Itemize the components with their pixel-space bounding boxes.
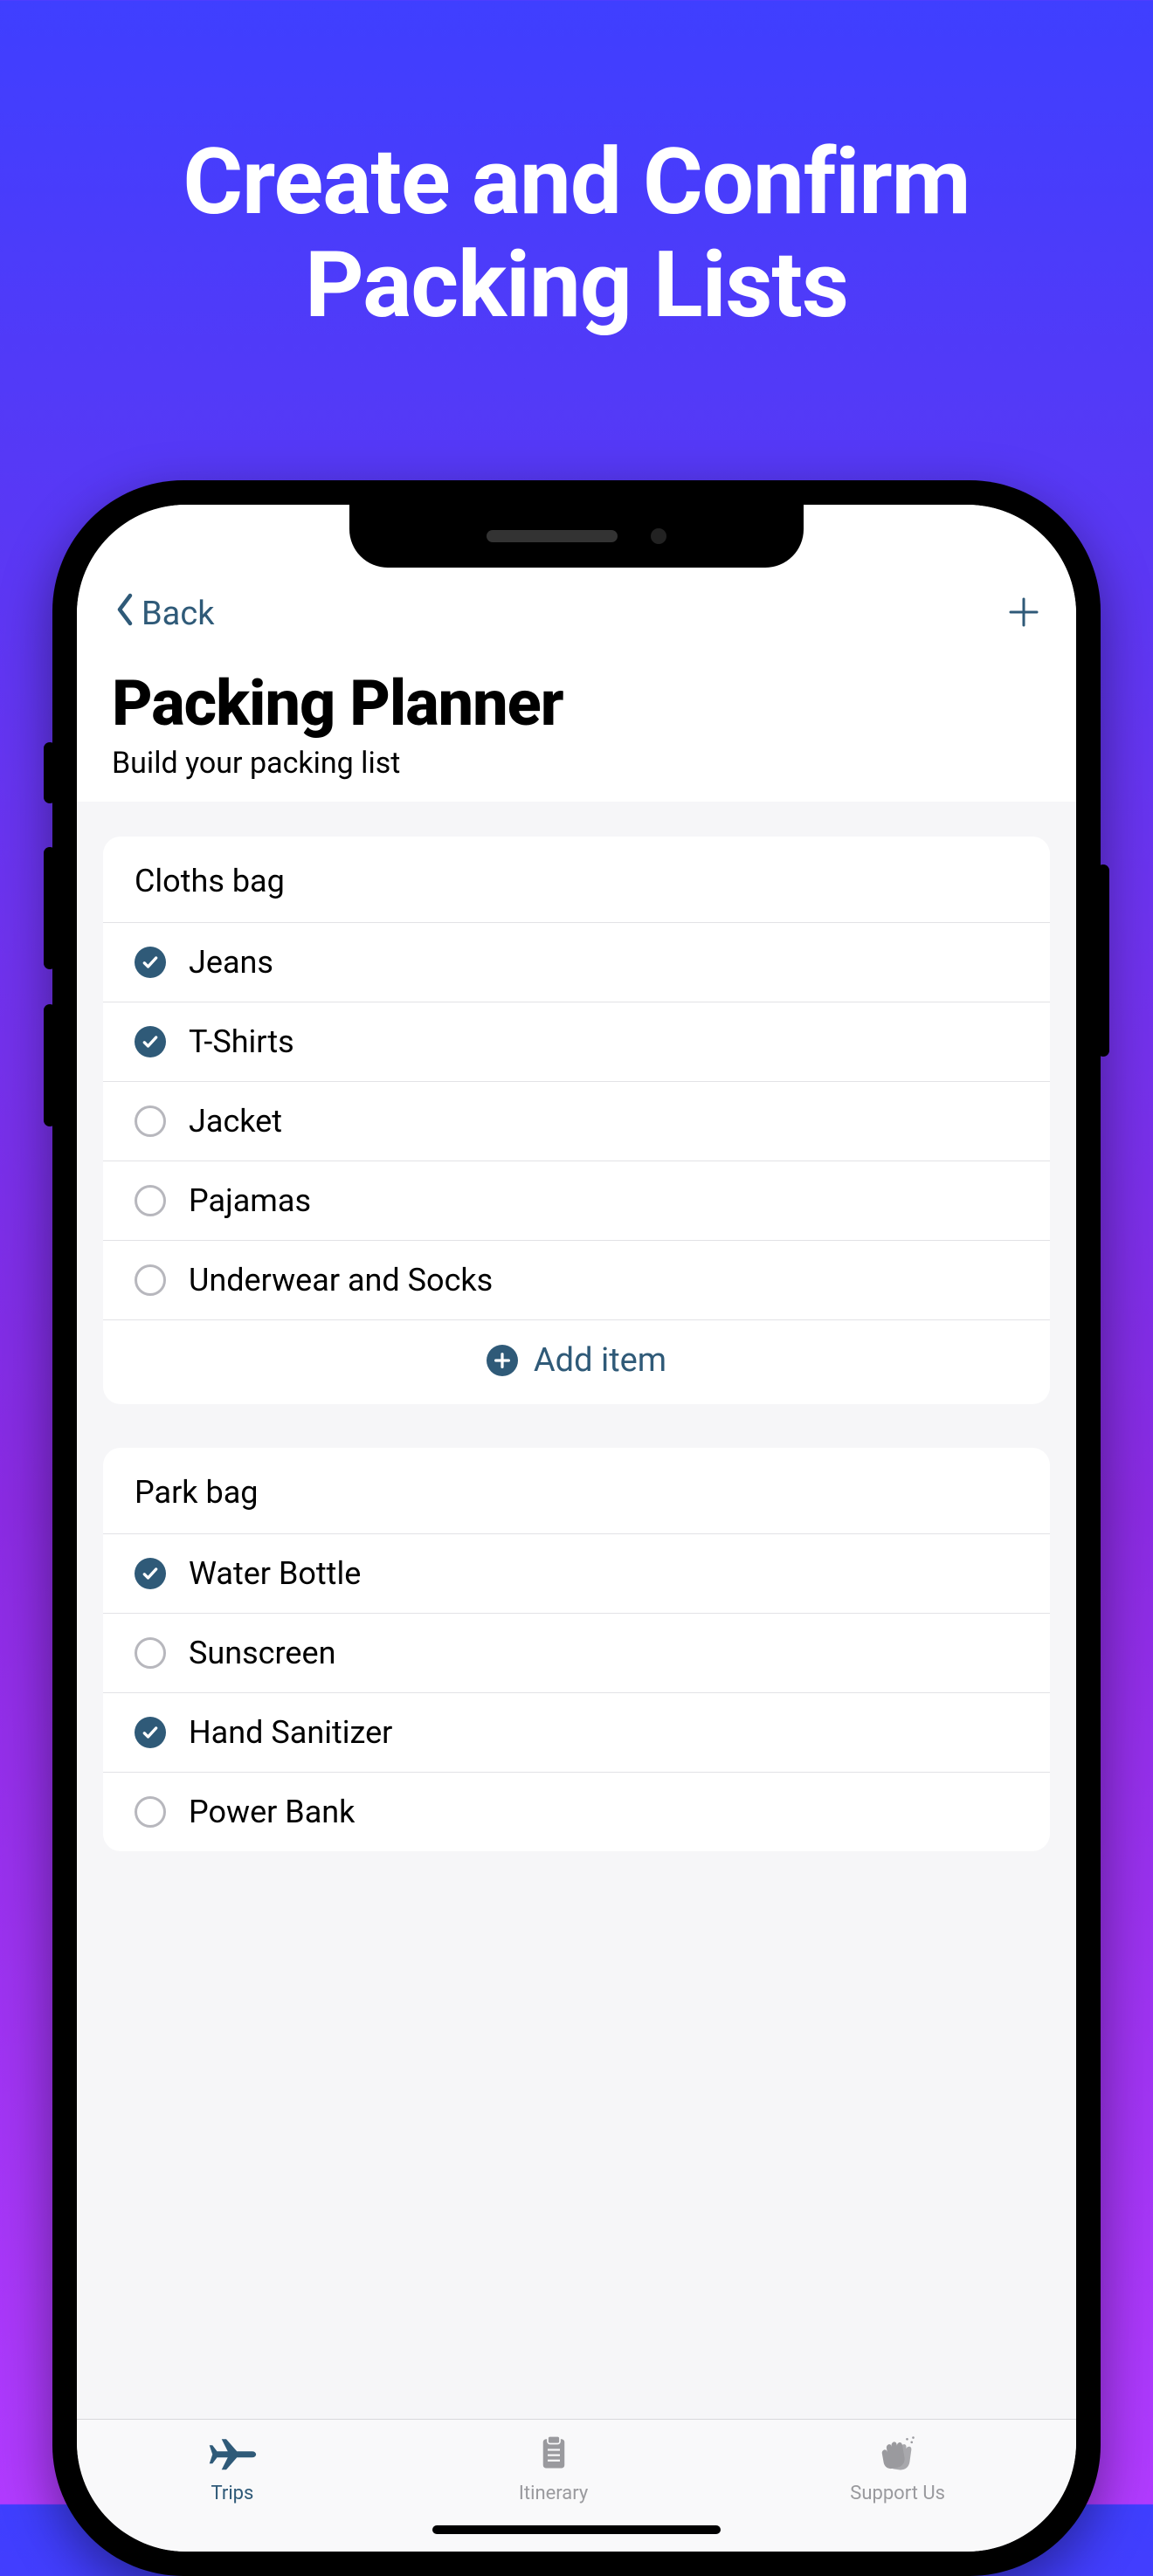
- home-indicator: [432, 2525, 721, 2534]
- tab-label: Itinerary: [519, 2483, 588, 2504]
- packing-item[interactable]: Water Bottle: [103, 1533, 1050, 1613]
- content-area[interactable]: Cloths bag Jeans T-Shirts Jacket Pajamas Unde…: [77, 802, 1076, 2419]
- nav-bar: Back: [112, 592, 1041, 636]
- packing-item[interactable]: Sunscreen: [103, 1613, 1050, 1692]
- packing-item[interactable]: Jacket: [103, 1081, 1050, 1161]
- notch: [349, 505, 804, 568]
- tab-trips[interactable]: Trips: [208, 2434, 257, 2504]
- item-label: T-Shirts: [189, 1023, 294, 1060]
- volume-up-button: [44, 847, 56, 969]
- checkmark-circle-icon[interactable]: [135, 947, 166, 978]
- section-title: Cloths bag: [103, 837, 1050, 922]
- item-label: Hand Sanitizer: [189, 1714, 392, 1751]
- tab-support-us[interactable]: Support Us: [850, 2434, 945, 2504]
- add-item-label: Add item: [534, 1341, 666, 1380]
- speaker: [487, 530, 618, 542]
- tab-label: Support Us: [850, 2483, 945, 2504]
- empty-circle-icon[interactable]: [135, 1796, 166, 1828]
- packing-item[interactable]: T-Shirts: [103, 1002, 1050, 1081]
- front-camera: [651, 528, 666, 544]
- page-title: Packing Planner: [112, 671, 1041, 737]
- hero-line-1: Create and Confirm: [0, 131, 1153, 234]
- item-label: Power Bank: [189, 1794, 355, 1830]
- item-label: Underwear and Socks: [189, 1262, 493, 1298]
- packing-section: Cloths bag Jeans T-Shirts Jacket Pajamas Unde…: [103, 837, 1050, 1404]
- plus-circle-icon: [487, 1345, 518, 1376]
- packing-item[interactable]: Jeans: [103, 922, 1050, 1002]
- checkmark-circle-icon[interactable]: [135, 1717, 166, 1748]
- item-label: Jeans: [189, 944, 273, 981]
- packing-item[interactable]: Power Bank: [103, 1772, 1050, 1851]
- screen: Back Packing Planner Build your packing …: [77, 505, 1076, 2552]
- clap-icon: [873, 2434, 922, 2477]
- item-label: Water Bottle: [189, 1555, 361, 1592]
- empty-circle-icon[interactable]: [135, 1185, 166, 1216]
- packing-item[interactable]: Underwear and Socks: [103, 1240, 1050, 1319]
- back-button[interactable]: Back: [112, 592, 215, 636]
- back-label: Back: [142, 595, 215, 633]
- add-button[interactable]: [1006, 595, 1041, 633]
- empty-circle-icon[interactable]: [135, 1264, 166, 1296]
- hero-title: Create and Confirm Packing Lists: [0, 0, 1153, 336]
- plus-icon: [1006, 616, 1041, 633]
- clipboard-icon: [529, 2434, 578, 2477]
- packing-item[interactable]: Hand Sanitizer: [103, 1692, 1050, 1772]
- item-label: Jacket: [189, 1103, 282, 1140]
- hero-line-2: Packing Lists: [0, 234, 1153, 337]
- power-button: [1097, 864, 1109, 1057]
- chevron-left-icon: [112, 592, 138, 636]
- item-label: Sunscreen: [189, 1635, 335, 1671]
- packing-section: Park bag Water Bottle Sunscreen Hand Saniti…: [103, 1448, 1050, 1851]
- page-subtitle: Build your packing list: [112, 746, 1041, 781]
- checkmark-circle-icon[interactable]: [135, 1026, 166, 1057]
- volume-down-button: [44, 1004, 56, 1126]
- empty-circle-icon[interactable]: [135, 1105, 166, 1137]
- checkmark-circle-icon[interactable]: [135, 1558, 166, 1589]
- tab-itinerary[interactable]: Itinerary: [519, 2434, 588, 2504]
- add-item-button[interactable]: Add item: [103, 1319, 1050, 1404]
- mute-switch: [44, 742, 56, 803]
- item-label: Pajamas: [189, 1182, 311, 1219]
- phone-frame: Back Packing Planner Build your packing …: [52, 480, 1101, 2576]
- section-title: Park bag: [103, 1448, 1050, 1533]
- empty-circle-icon[interactable]: [135, 1637, 166, 1669]
- tab-label: Trips: [211, 2483, 254, 2504]
- plane-icon: [208, 2434, 257, 2477]
- packing-item[interactable]: Pajamas: [103, 1161, 1050, 1240]
